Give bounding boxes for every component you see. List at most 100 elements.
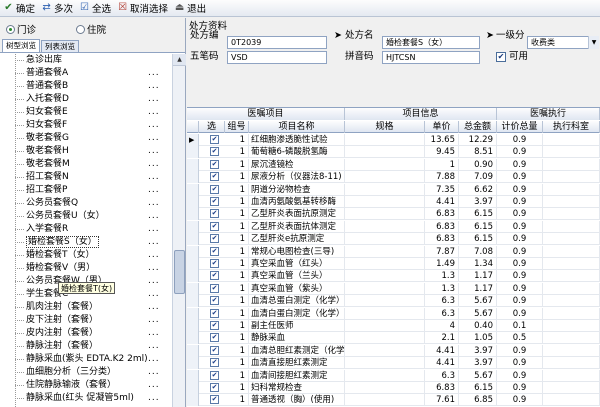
cell-qty[interactable]: 0.9 <box>497 196 543 208</box>
cell-spec[interactable] <box>345 208 425 221</box>
table-row[interactable]: ✔ 1 尿液分析（仪器法8-11) 7.88 7.09 0.9 <box>187 171 600 184</box>
tree-scrollbar[interactable]: ▲ <box>172 54 186 407</box>
cell-price[interactable]: 6.3 <box>425 307 459 320</box>
cell-qty[interactable]: 0.9 <box>497 344 543 357</box>
cell-total[interactable]: 5.67 <box>459 307 497 320</box>
cell-group[interactable]: 1 <box>225 382 249 394</box>
row-header[interactable] <box>187 357 199 370</box>
tree-item[interactable]: 婚检套餐T（女）... <box>0 249 172 261</box>
cell-name[interactable]: 副主任医师 <box>249 320 345 332</box>
row-header[interactable] <box>187 394 199 407</box>
cell-spec[interactable] <box>345 270 425 283</box>
tree-item[interactable]: 敬老套餐G... <box>0 132 172 144</box>
tree-item[interactable]: 敬老套餐M... <box>0 158 172 170</box>
cell-dept[interactable] <box>543 245 600 258</box>
row-select-checkbox[interactable]: ✔ <box>210 135 219 144</box>
cell-dept[interactable] <box>543 344 600 357</box>
tree-item[interactable]: 静脉注射（套餐）... <box>0 340 172 352</box>
table-row[interactable]: ▶ ✔ 1 红细胞渗透脆性试验 13.65 12.29 0.9 <box>187 134 600 146</box>
cell-total[interactable]: 6.15 <box>459 233 497 246</box>
cell-qty[interactable]: 0.9 <box>497 208 543 221</box>
cell-price[interactable]: 7.87 <box>425 245 459 258</box>
tree-item-more-button[interactable]: ... <box>148 223 160 235</box>
table-row[interactable]: ✔ 1 常规心电图检查(三导) 7.87 7.08 0.9 <box>187 245 600 258</box>
cell-spec[interactable] <box>345 344 425 357</box>
cell-total[interactable]: 12.29 <box>459 134 497 146</box>
cell-dept[interactable] <box>543 282 600 295</box>
tree-item-more-button[interactable]: ... <box>148 379 160 391</box>
tree-item[interactable]: 公务员套餐Q... <box>0 197 172 209</box>
cell-qty[interactable]: 0.9 <box>497 394 543 407</box>
cell-total[interactable]: 8.51 <box>459 146 497 159</box>
table-row[interactable]: ✔ 1 妇科常规检查 6.83 6.15 0.9 <box>187 382 600 394</box>
cell-dept[interactable] <box>543 208 600 221</box>
tree-item-more-button[interactable]: ... <box>148 353 160 365</box>
cell-dept[interactable] <box>543 295 600 308</box>
table-row[interactable]: ✔ 1 血清总蛋白测定（化学） 6.3 5.67 0.9 <box>187 295 600 308</box>
cell-spec[interactable] <box>345 233 425 246</box>
cell-qty[interactable]: 0.9 <box>497 382 543 394</box>
cell-qty[interactable]: 0.5 <box>497 332 543 345</box>
cell-dept[interactable] <box>543 382 600 394</box>
cell-dept[interactable] <box>543 171 600 184</box>
cell-group[interactable]: 1 <box>225 369 249 382</box>
tree-item-more-button[interactable]: ... <box>148 392 160 404</box>
tree-item-more-button[interactable]: ... <box>148 288 160 300</box>
row-header[interactable] <box>187 344 199 357</box>
col-select[interactable]: 选 <box>199 121 225 133</box>
cell-total[interactable]: 1.34 <box>459 258 497 270</box>
cell-total[interactable]: 1.17 <box>459 282 497 295</box>
cell-total[interactable]: 5.67 <box>459 369 497 382</box>
row-select-checkbox[interactable]: ✔ <box>210 172 219 182</box>
cell-spec[interactable] <box>345 183 425 196</box>
cell-price[interactable]: 4.41 <box>425 357 459 370</box>
cell-group[interactable]: 1 <box>225 196 249 208</box>
name-field[interactable]: 婚检套餐S（女） <box>382 36 480 49</box>
row-select-checkbox[interactable]: ✔ <box>210 271 219 281</box>
row-header[interactable]: ▶ <box>187 134 199 146</box>
row-header[interactable] <box>187 208 199 221</box>
cell-dept[interactable] <box>543 394 600 407</box>
tree-item[interactable]: 妇女套餐E... <box>0 106 172 118</box>
tree-item-more-button[interactable]: ... <box>148 236 160 248</box>
cell-group[interactable]: 1 <box>225 233 249 246</box>
cell-name[interactable]: 尿液分析（仪器法8-11) <box>249 171 345 184</box>
cell-total[interactable]: 3.97 <box>459 196 497 208</box>
cell-dept[interactable] <box>543 134 600 146</box>
row-select-checkbox[interactable]: ✔ <box>210 395 219 405</box>
cell-price[interactable]: 6.83 <box>425 208 459 221</box>
cell-dept[interactable] <box>543 332 600 345</box>
row-header[interactable] <box>187 245 199 258</box>
row-header[interactable] <box>187 258 199 270</box>
tree-item-more-button[interactable]: ... <box>148 262 160 274</box>
row-select-checkbox[interactable]: ✔ <box>210 358 219 368</box>
cell-spec[interactable] <box>345 357 425 370</box>
cell-price[interactable]: 7.35 <box>425 183 459 196</box>
cell-name[interactable]: 乙型肝炎表面抗原测定 <box>249 208 345 221</box>
tree-item[interactable]: 静脉采血(紫头 EDTA.K2 2ml)... <box>0 353 172 365</box>
tree-item-more-button[interactable]: ... <box>148 327 160 339</box>
row-header[interactable] <box>187 233 199 246</box>
cell-total[interactable]: 6.15 <box>459 208 497 221</box>
cell-total[interactable]: 6.85 <box>459 394 497 407</box>
row-header[interactable] <box>187 146 199 159</box>
cell-price[interactable]: 6.83 <box>425 220 459 233</box>
cell-spec[interactable] <box>345 146 425 159</box>
tree-item-more-button[interactable]: ... <box>148 158 160 170</box>
row-header[interactable] <box>187 369 199 382</box>
table-row[interactable]: ✔ 1 真空采血管（红头） 1.49 1.34 0.9 <box>187 258 600 270</box>
tree-item[interactable]: 血细胞分析（三分类）... <box>0 366 172 378</box>
cell-price[interactable]: 9.45 <box>425 146 459 159</box>
cell-total[interactable]: 6.62 <box>459 183 497 196</box>
cell-price[interactable]: 6.3 <box>425 369 459 382</box>
row-select-checkbox[interactable]: ✔ <box>210 221 219 231</box>
cell-spec[interactable] <box>345 369 425 382</box>
cell-total[interactable]: 3.97 <box>459 344 497 357</box>
col-qty[interactable]: 计价总量 <box>497 121 543 133</box>
row-select-checkbox[interactable]: ✔ <box>210 383 219 392</box>
tree-item-more-button[interactable]: ... <box>148 145 160 157</box>
table-row[interactable]: ✔ 1 乙型肝炎表面抗体测定 6.83 6.15 0.9 <box>187 220 600 233</box>
cell-qty[interactable]: 0.9 <box>497 233 543 246</box>
cell-group[interactable]: 1 <box>225 158 249 171</box>
tree-item[interactable]: 公务员套餐U（女）... <box>0 210 172 222</box>
